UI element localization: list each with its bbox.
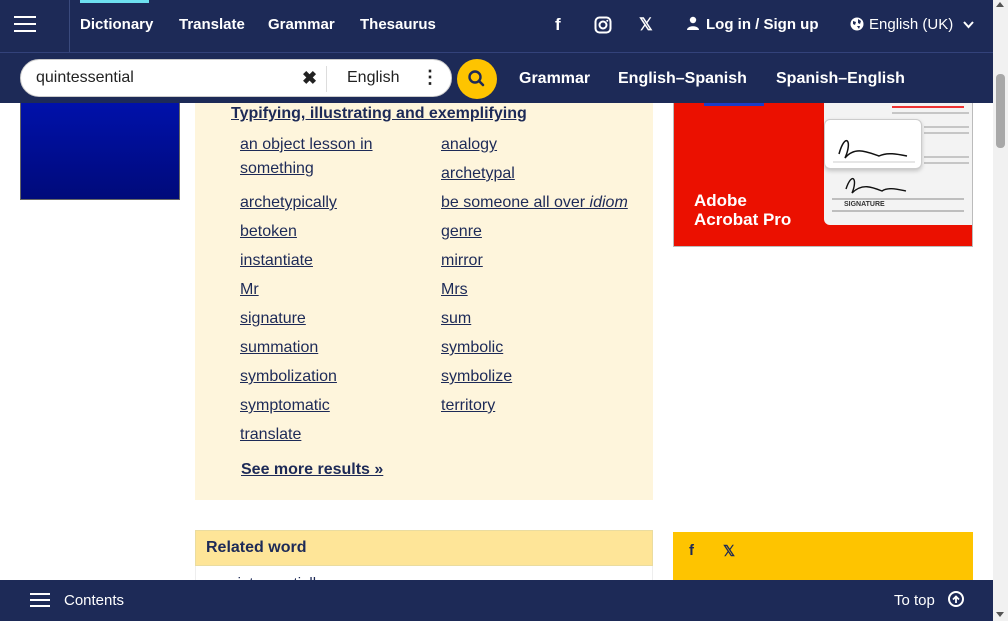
- search-button[interactable]: [457, 59, 497, 99]
- ad-brand-line2: Acrobat Pro: [694, 210, 792, 229]
- contents-menu-icon[interactable]: [30, 593, 50, 608]
- nav-divider: [69, 0, 70, 52]
- nav-grammar[interactable]: Grammar: [268, 16, 335, 33]
- active-tab-indicator: [80, 0, 149, 3]
- ad-signature-card: [824, 119, 922, 169]
- word-link[interactable]: sum: [441, 307, 471, 331]
- scroll-up-arrow-icon[interactable]: [996, 2, 1004, 7]
- scrollbar[interactable]: [993, 0, 1008, 621]
- facebook-icon[interactable]: f: [689, 542, 694, 559]
- see-more-results-link[interactable]: See more results »: [241, 461, 383, 479]
- search-divider: [326, 66, 327, 92]
- nav-dictionary[interactable]: Dictionary: [80, 16, 153, 33]
- share-box: f 𝕏: [673, 532, 973, 580]
- search-bar: ✖ English ⋮ Grammar English–Spanish Span…: [0, 52, 993, 103]
- word-link[interactable]: archetypal: [441, 162, 515, 186]
- word-link[interactable]: symptomatic: [240, 394, 330, 418]
- link-english-spanish[interactable]: English–Spanish: [618, 70, 747, 88]
- word-link[interactable]: betoken: [240, 220, 297, 244]
- word-link[interactable]: Mr: [240, 278, 259, 302]
- word-link[interactable]: signature: [240, 307, 306, 331]
- x-icon[interactable]: 𝕏: [639, 15, 653, 35]
- instagram-icon[interactable]: [594, 16, 612, 39]
- scroll-down-arrow-icon[interactable]: [996, 612, 1004, 617]
- word-link[interactable]: translate: [240, 423, 301, 447]
- word-text: be someone all over: [441, 194, 586, 211]
- adobe-advertisement[interactable]: Adobe Acrobat Pro SIGNATURE: [673, 103, 973, 247]
- word-link[interactable]: summation: [240, 336, 318, 360]
- word-link[interactable]: be someone all over idiom: [441, 191, 628, 215]
- idiom-label: idiom: [589, 194, 628, 211]
- globe-icon: [850, 17, 864, 31]
- left-advertisement[interactable]: [20, 103, 180, 200]
- chevron-down-icon: [963, 21, 975, 29]
- smart-vocabulary-panel: Typifying, illustrating and exemplifying…: [195, 103, 653, 500]
- x-icon[interactable]: 𝕏: [723, 542, 735, 560]
- ad-brand-line1: Adobe: [694, 191, 747, 210]
- word-link[interactable]: territory: [441, 394, 495, 418]
- nav-translate[interactable]: Translate: [179, 16, 245, 33]
- word-link[interactable]: analogy: [441, 133, 497, 157]
- related-word-header: Related word: [195, 530, 653, 566]
- bottom-bar: Contents To top: [0, 580, 993, 621]
- nav-thesaurus[interactable]: Thesaurus: [360, 16, 436, 33]
- facebook-icon[interactable]: f: [555, 15, 561, 35]
- related-word-title: Related word: [206, 539, 307, 556]
- word-link[interactable]: an object lesson in something: [240, 133, 420, 181]
- word-link[interactable]: symbolize: [441, 365, 512, 389]
- dictionary-language-select[interactable]: English: [347, 69, 399, 87]
- ad-signature-label: SIGNATURE: [844, 201, 885, 208]
- word-link[interactable]: instantiate: [240, 249, 313, 273]
- search-icon: [468, 70, 485, 87]
- clear-icon[interactable]: ✖: [302, 68, 317, 89]
- panel-heading[interactable]: Typifying, illustrating and exemplifying: [231, 105, 527, 123]
- menu-icon[interactable]: [14, 16, 36, 34]
- to-top-button[interactable]: To top: [894, 592, 935, 609]
- language-selector[interactable]: English (UK): [850, 16, 975, 33]
- word-link[interactable]: genre: [441, 220, 482, 244]
- more-options-icon[interactable]: ⋮: [421, 67, 439, 88]
- link-spanish-english[interactable]: Spanish–English: [776, 70, 905, 88]
- word-link[interactable]: symbolization: [240, 365, 337, 389]
- word-link[interactable]: mirror: [441, 249, 483, 273]
- ad-decoration: [704, 103, 764, 106]
- word-link[interactable]: symbolic: [441, 336, 503, 360]
- user-icon: [687, 16, 699, 30]
- contents-button[interactable]: Contents: [64, 592, 124, 609]
- search-box: ✖ English ⋮: [20, 59, 452, 97]
- login-link[interactable]: Log in / Sign up: [686, 16, 818, 33]
- scroll-thumb[interactable]: [996, 74, 1005, 148]
- search-input[interactable]: [36, 69, 296, 87]
- word-link[interactable]: Mrs: [441, 278, 468, 302]
- top-navigation: Dictionary Translate Grammar Thesaurus f…: [0, 0, 993, 52]
- arrow-up-icon[interactable]: [948, 591, 964, 607]
- word-link[interactable]: archetypically: [240, 191, 337, 215]
- link-grammar[interactable]: Grammar: [519, 70, 590, 88]
